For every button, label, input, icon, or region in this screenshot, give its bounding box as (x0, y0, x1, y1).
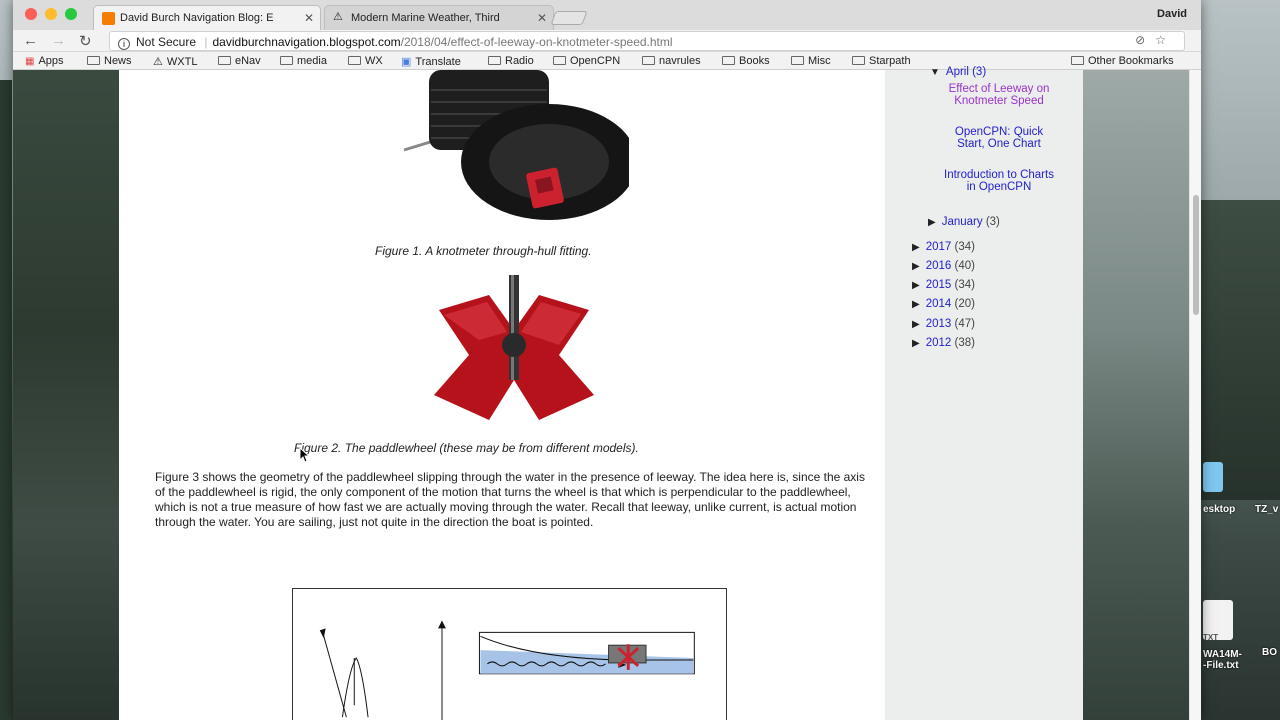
archive-year-2012[interactable]: ▶ 2012 (38) (912, 337, 975, 349)
nav-toolbar: ← → ↻ i Not Secure | davidburchnavigation.… (13, 30, 1201, 52)
bookmark-wx[interactable]: WX (348, 55, 383, 67)
forward-arrow-icon[interactable]: → (51, 32, 66, 49)
collapsed-triangle-icon: ▶ (912, 261, 920, 272)
desktop-label-bo[interactable]: BO (1262, 647, 1277, 658)
title-bar: David Burch Navigation Blog: E ✕ ⚠ Moder… (13, 0, 1201, 30)
folder-icon (722, 56, 735, 65)
desktop-label-wa14m[interactable]: WA14M- (1203, 649, 1242, 660)
paddlewheel-image (434, 275, 594, 420)
desktop-trees-right (1200, 200, 1280, 500)
collapsed-triangle-icon: ▶ (912, 242, 920, 253)
body-paragraph: Figure 3 shows the geometry of the paddl… (155, 470, 865, 529)
profile-name[interactable]: David (1157, 8, 1187, 20)
tab-weather[interactable]: ⚠ Modern Marine Weather, Third ✕ (324, 5, 554, 30)
leeway-diagram (292, 588, 727, 720)
url-path: /2018/04/effect-of-leeway-on-knotmeter-s… (400, 35, 673, 49)
new-tab-button[interactable] (550, 11, 588, 25)
archive-year-2015[interactable]: ▶ 2015 (34) (912, 279, 975, 291)
tab-weather-title: Modern Marine Weather, Third (351, 12, 500, 24)
collapsed-triangle-icon: ▶ (912, 280, 920, 291)
scrollbar-thumb[interactable] (1193, 195, 1199, 315)
bookmark-enav[interactable]: eNav (218, 55, 261, 67)
back-arrow-icon[interactable]: ← (23, 32, 38, 49)
archive-year-2013[interactable]: ▶ 2013 (47) (912, 318, 975, 330)
address-bar[interactable]: i Not Secure | davidburchnavigation.blogsp… (109, 31, 1185, 51)
folder-icon (280, 56, 293, 65)
page-scrollbar[interactable] (1189, 70, 1201, 720)
warning-icon: ⚠ (333, 11, 343, 23)
bookmark-navrules[interactable]: navrules (642, 55, 701, 67)
post-content: Figure 1. A knotmeter through-hull fitti… (119, 70, 885, 720)
desktop-trees-left (0, 80, 12, 720)
folder-icon (642, 56, 655, 65)
bookmark-media[interactable]: media (280, 55, 327, 67)
blogger-icon (102, 12, 115, 25)
post-link-leeway[interactable]: Effect of Leeway on Knotmeter Speed (944, 83, 1054, 107)
bookmark-starpath[interactable]: Starpath (852, 55, 911, 67)
folder-icon (87, 56, 100, 65)
close-icon[interactable]: ✕ (304, 11, 314, 25)
star-icon[interactable]: ☆ (1155, 33, 1176, 47)
apps-grid-icon: ▦ (25, 56, 35, 67)
folder-icon (348, 56, 361, 65)
desktop-folder-icon[interactable] (1203, 462, 1223, 492)
desktop-label-file-txt[interactable]: -File.txt (1203, 660, 1239, 671)
tab-blog[interactable]: David Burch Navigation Blog: E ✕ (93, 5, 321, 30)
post-link-opencpn-charts[interactable]: Introduction to Charts in OpenCPN (944, 169, 1054, 193)
maximize-window-button[interactable] (65, 8, 77, 20)
desktop-label-tz[interactable]: TZ_v (1255, 504, 1278, 515)
close-window-button[interactable] (25, 8, 37, 20)
bookmark-apps[interactable]: ▦ Apps (25, 55, 64, 67)
folder-icon (1071, 56, 1084, 65)
folder-icon (218, 56, 231, 65)
reload-icon[interactable]: ↻ (79, 32, 92, 50)
collapsed-triangle-icon: ▶ (912, 338, 920, 349)
minimize-window-button[interactable] (45, 8, 57, 20)
collapsed-triangle-icon: ▶ (928, 217, 936, 228)
web-page: Figure 1. A knotmeter through-hull fitti… (13, 70, 1189, 720)
bookmark-radio[interactable]: Radio (488, 55, 534, 67)
knotmeter-fitting-image (403, 70, 629, 220)
translate-icon: ▣ (401, 56, 412, 68)
translate-icon[interactable]: ⊘ (1135, 33, 1155, 47)
bookmark-opencpn[interactable]: OpenCPN (553, 55, 620, 67)
bookmark-other[interactable]: Other Bookmarks (1071, 55, 1174, 67)
desktop-txt-badge: TXT (1203, 633, 1219, 642)
archive-year-2016[interactable]: ▶ 2016 (40) (912, 260, 975, 272)
collapsed-triangle-icon: ▶ (912, 299, 920, 310)
archive-year-2017[interactable]: ▶ 2017 (34) (912, 241, 975, 253)
folder-icon (852, 56, 865, 65)
folder-icon (553, 56, 566, 65)
collapsed-triangle-icon: ▶ (912, 319, 920, 330)
figure1-caption: Figure 1. A knotmeter through-hull fitti… (375, 244, 592, 258)
archive-month-january[interactable]: ▶ January (3) (928, 216, 1000, 228)
blog-archive-sidebar (885, 70, 1083, 720)
browser-window: David Burch Navigation Blog: E ✕ ⚠ Moder… (13, 0, 1201, 720)
tab-blog-title: David Burch Navigation Blog: E (120, 12, 274, 24)
mouse-cursor-icon (299, 447, 311, 463)
figure2-caption: Figure 2. The paddlewheel (these may be … (294, 441, 639, 455)
bookmark-news[interactable]: News (87, 55, 132, 67)
bookmark-wxtl[interactable]: ⚠ WXTL (153, 55, 197, 68)
folder-icon (791, 56, 804, 65)
security-label: Not Secure (136, 35, 197, 49)
page-background-left (13, 70, 119, 720)
bookmark-misc[interactable]: Misc (791, 55, 831, 67)
bookmark-translate[interactable]: ▣ Translate (401, 55, 461, 68)
archive-year-2014[interactable]: ▶ 2014 (20) (912, 298, 975, 310)
bookmarks-bar: ▦ Apps News ⚠ WXTL eNav media WX ▣ Translat… (13, 52, 1201, 70)
omnibox-icons: ⊘☆ (1135, 33, 1176, 47)
warning-icon: ⚠ (153, 56, 163, 68)
folder-icon (488, 56, 501, 65)
desktop-label-desktop[interactable]: esktop (1203, 504, 1235, 515)
archive-month-april[interactable]: ▼ April (3) (930, 66, 986, 78)
page-background-right (1083, 70, 1189, 720)
bookmark-books[interactable]: Books (722, 55, 770, 67)
expanded-triangle-icon: ▼ (930, 67, 940, 78)
post-link-opencpn-quickstart[interactable]: OpenCPN: Quick Start, One Chart (944, 126, 1054, 150)
info-icon[interactable]: i (118, 38, 130, 50)
url-host: davidburchnavigation.blogspot.com (212, 35, 401, 49)
close-icon[interactable]: ✕ (537, 11, 547, 25)
